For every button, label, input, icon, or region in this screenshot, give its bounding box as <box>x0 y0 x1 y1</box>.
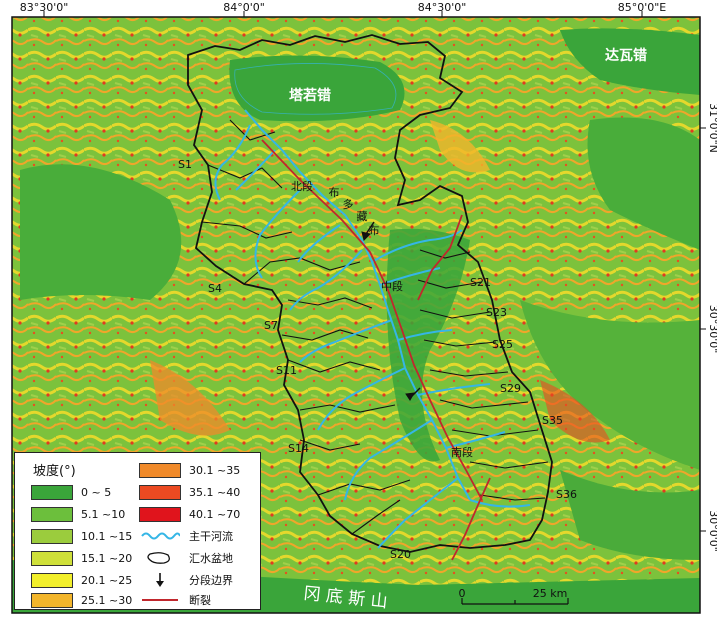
legend-label: 40.1 ~70 <box>189 507 241 521</box>
legend-label: 20.1 ~25 <box>81 573 133 587</box>
label-segment-south: 南段 <box>451 445 473 459</box>
lon-label-2: 84°0'0" <box>223 1 265 14</box>
legend-label: 断裂 <box>189 594 211 607</box>
legend-slope-row: 35.1 ~40 <box>139 484 240 500</box>
basin-label: S20 <box>390 548 411 561</box>
fault-line-icon <box>139 593 181 608</box>
legend-swatch <box>31 550 73 566</box>
legend-slope-row: 15.1 ~20 <box>31 550 132 566</box>
legend-fault-row: 断裂 <box>139 592 211 608</box>
legend-river-row: 主干河流 <box>139 528 233 544</box>
legend-label: 汇水盆地 <box>189 552 233 565</box>
legend-label: 分段边界 <box>189 574 233 587</box>
legend-boundary-row: 分段边界 <box>139 572 233 588</box>
basin-label: S29 <box>500 382 521 395</box>
label-river-char-2: 多 <box>343 197 354 211</box>
legend-slope-row: 0 ~ 5 <box>31 484 111 500</box>
legend-label: 主干河流 <box>189 530 233 543</box>
legend-swatch <box>31 592 73 608</box>
legend-label: 35.1 ~40 <box>189 485 241 499</box>
legend-slope-row: 10.1 ~15 <box>31 528 132 544</box>
legend-label: 5.1 ~10 <box>81 507 126 521</box>
wavy-line-icon <box>139 529 181 544</box>
legend-slope-row: 25.1 ~30 <box>31 592 132 608</box>
basin-label: S1 <box>178 158 192 171</box>
legend-label: 30.1 ~35 <box>189 463 241 477</box>
legend-swatch <box>31 484 73 500</box>
basin-label: S36 <box>556 488 577 501</box>
legend: 坡度(°) 0 ~ 5 5.1 ~10 10.1 ~15 15.1 ~20 20… <box>14 452 261 610</box>
lat-label-2: 30°30'0" <box>707 305 717 354</box>
scale-zero: 0 <box>459 587 466 600</box>
label-lake-dawa: 达瓦错 <box>605 47 647 64</box>
label-river-char-4: 布 <box>369 224 380 237</box>
slope-map-figure: 83°30'0" 84°0'0" 84°30'0" 85°0'0"E 31°0'… <box>0 0 717 629</box>
basin-label: S25 <box>492 338 513 351</box>
legend-slope-row: 40.1 ~70 <box>139 506 240 522</box>
lat-label-1: 31°0'0"N <box>707 103 717 153</box>
basin-label: S7 <box>264 319 278 332</box>
legend-swatch <box>31 572 73 588</box>
label-river-char-3: 藏 <box>357 210 368 223</box>
basin-label: S14 <box>288 442 309 455</box>
legend-title: 坡度(°) <box>33 464 76 479</box>
legend-slope-row: 20.1 ~25 <box>31 572 132 588</box>
basin-outline-icon <box>139 551 181 566</box>
legend-basin-row: 汇水盆地 <box>139 550 233 566</box>
basin-label: S23 <box>486 306 507 319</box>
lon-label-4: 85°0'0"E <box>618 1 667 14</box>
arrow-down-icon <box>139 573 181 588</box>
lat-label-3: 30°0'0" <box>707 510 717 552</box>
legend-slope-row: 30.1 ~35 <box>139 462 240 478</box>
scale-distance: 25 km <box>533 587 568 600</box>
legend-swatch <box>139 506 181 522</box>
legend-label: 25.1 ~30 <box>81 593 133 607</box>
lon-label-1: 83°30'0" <box>20 1 69 14</box>
legend-label: 10.1 ~15 <box>81 529 133 543</box>
legend-swatch <box>139 462 181 478</box>
basin-label: S21 <box>470 276 491 289</box>
basin-label: S35 <box>542 414 563 427</box>
basin-label: S11 <box>276 364 297 377</box>
legend-swatch <box>31 506 73 522</box>
legend-swatch <box>31 528 73 544</box>
label-segment-north: 北段 <box>291 179 313 193</box>
legend-slope-row: 5.1 ~10 <box>31 506 125 522</box>
basin-label: S4 <box>208 282 222 295</box>
legend-label: 15.1 ~20 <box>81 551 133 565</box>
legend-label: 0 ~ 5 <box>81 485 112 499</box>
label-lake-tarouco: 塔若错 <box>289 87 331 104</box>
lon-label-3: 84°30'0" <box>418 1 467 14</box>
label-river-char-1: 布 <box>329 186 340 199</box>
label-segment-middle: 中段 <box>381 279 403 293</box>
legend-swatch <box>139 484 181 500</box>
